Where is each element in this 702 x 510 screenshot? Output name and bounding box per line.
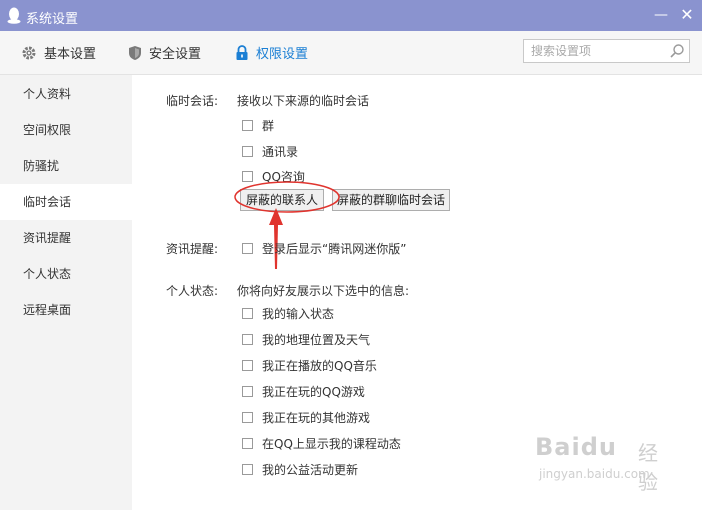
qq-penguin-icon	[7, 7, 21, 24]
window-title: 系统设置	[26, 12, 79, 27]
checkbox-location-weather[interactable]: 我的地理位置及天气	[242, 331, 370, 348]
sidebar-item-profile[interactable]: 个人资料	[0, 76, 132, 112]
checkbox-qq-game[interactable]: 我正在玩的QQ游戏	[242, 383, 365, 400]
temp-session-description: 接收以下来源的临时会话	[237, 94, 370, 108]
checkbox-group[interactable]: 群	[242, 117, 274, 134]
settings-sidebar: 个人资料 空间权限 防骚扰 临时会话 资讯提醒 个人状态 远程桌面	[0, 75, 132, 510]
search-input[interactable]	[524, 40, 671, 62]
checkbox-label: 我正在玩的QQ游戏	[262, 385, 365, 399]
sidebar-item-anti-harassment[interactable]: 防骚扰	[0, 148, 132, 184]
title-bar: 系统设置 — ✕	[0, 0, 702, 31]
checkbox[interactable]	[242, 386, 253, 397]
news-alert-label: 资讯提醒:	[166, 242, 219, 256]
checkbox[interactable]	[242, 308, 253, 319]
checkbox[interactable]	[242, 243, 253, 254]
checkbox[interactable]	[242, 360, 253, 371]
checkbox-label: 我的地理位置及天气	[262, 333, 371, 347]
checkbox-label: 登录后显示“腾讯网迷你版”	[262, 242, 407, 256]
search-icon[interactable]	[669, 43, 685, 59]
personal-status-description: 你将向好友展示以下选中的信息:	[237, 284, 410, 298]
checkbox-charity-updates[interactable]: 我的公益活动更新	[242, 461, 358, 478]
checkbox-label: 我的公益活动更新	[262, 463, 359, 477]
watermark-suffix: 经验	[638, 441, 658, 494]
checkbox[interactable]	[242, 438, 253, 449]
sidebar-item-space-permission[interactable]: 空间权限	[0, 112, 132, 148]
tab-security-settings[interactable]: 安全设置	[128, 31, 201, 74]
lock-icon	[236, 44, 248, 60]
checkbox[interactable]	[242, 464, 253, 475]
gear-icon	[22, 46, 36, 59]
tab-label: 安全设置	[149, 47, 202, 62]
minimize-button[interactable]: —	[650, 5, 672, 25]
temp-session-label: 临时会话:	[166, 94, 219, 108]
checkbox-qq-music[interactable]: 我正在播放的QQ音乐	[242, 357, 377, 374]
checkbox-label: 通讯录	[262, 145, 299, 159]
checkbox-label: 我正在播放的QQ音乐	[262, 359, 377, 373]
annotation-arrow-icon	[269, 208, 283, 269]
tab-permission-settings[interactable]: 权限设置	[235, 31, 308, 74]
checkbox-label: 我的输入状态	[262, 307, 335, 321]
checkbox[interactable]	[242, 334, 253, 345]
sidebar-item-temp-session[interactable]: 临时会话	[0, 184, 132, 220]
checkbox-input-status[interactable]: 我的输入状态	[242, 305, 334, 322]
checkbox-other-game[interactable]: 我正在玩的其他游戏	[242, 409, 370, 426]
close-button[interactable]: ✕	[676, 5, 698, 25]
settings-toolbar: 基本设置 安全设置 权限设置	[0, 31, 702, 75]
sidebar-item-personal-status[interactable]: 个人状态	[0, 256, 132, 292]
shield-icon	[129, 45, 141, 60]
sidebar-item-news-alert[interactable]: 资讯提醒	[0, 220, 132, 256]
checkbox[interactable]	[242, 412, 253, 423]
tab-label: 权限设置	[256, 47, 309, 62]
personal-status-label: 个人状态:	[166, 284, 219, 298]
checkbox-label: 我正在玩的其他游戏	[262, 411, 371, 425]
checkbox[interactable]	[242, 120, 253, 131]
annotation-circle	[234, 181, 340, 213]
watermark-url: jingyan.baidu.com	[539, 467, 650, 481]
checkbox-course-activity[interactable]: 在QQ上显示我的课程动态	[242, 435, 401, 452]
checkbox-contacts[interactable]: 通讯录	[242, 143, 298, 160]
checkbox[interactable]	[242, 146, 253, 157]
tab-label: 基本设置	[44, 47, 97, 62]
checkbox-label: 在QQ上显示我的课程动态	[262, 437, 401, 451]
watermark-brand: Baidu	[535, 433, 617, 461]
sidebar-item-remote-desktop[interactable]: 远程桌面	[0, 292, 132, 328]
tab-basic-settings[interactable]: 基本设置	[21, 31, 96, 74]
checkbox-label: 群	[262, 119, 275, 133]
blocked-group-chats-button[interactable]: 屏蔽的群聊临时会话	[332, 189, 450, 211]
checkbox-tencent-mini[interactable]: 登录后显示“腾讯网迷你版”	[242, 240, 406, 257]
search-box	[523, 39, 690, 63]
